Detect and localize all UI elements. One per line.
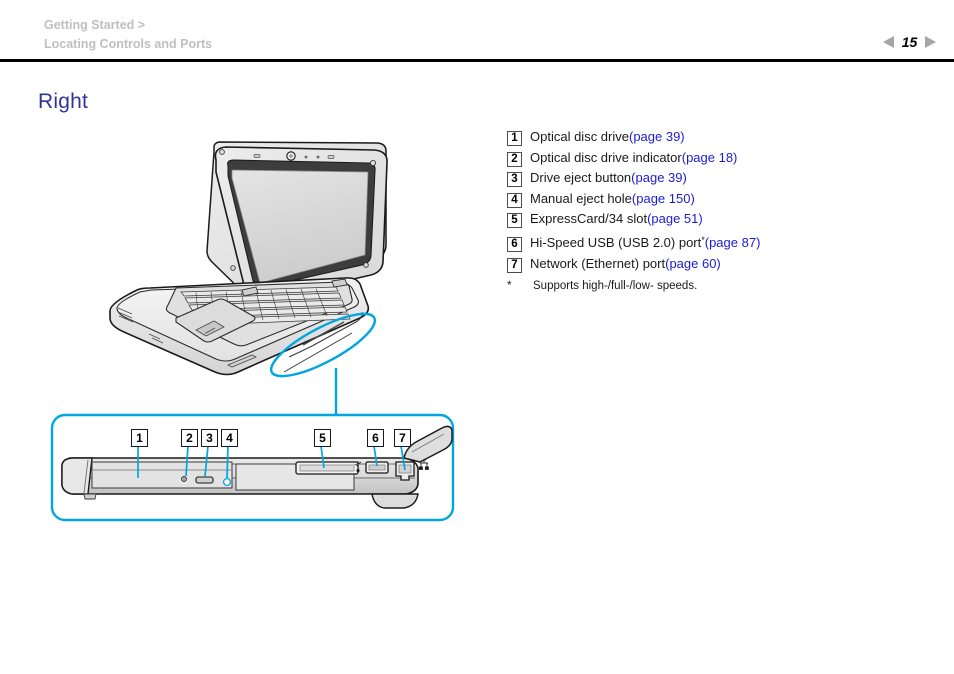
callout-number-badge: 4 bbox=[507, 192, 522, 208]
list-item: 6 Hi-Speed USB (USB 2.0) port * (page 87… bbox=[507, 235, 927, 256]
callout-label: Manual eject hole bbox=[530, 190, 632, 206]
page-header: Getting Started > Locating Controls and … bbox=[0, 0, 954, 62]
detail-callout-badge-1: 1 bbox=[131, 429, 148, 447]
webcam-icon bbox=[286, 151, 296, 161]
list-item: 5 ExpressCard/34 slot (page 51) bbox=[507, 211, 927, 232]
page-navigation[interactable]: 15 bbox=[883, 34, 936, 50]
expresscard-slot bbox=[295, 461, 359, 475]
lid-edge bbox=[403, 425, 453, 463]
page-reference-link[interactable]: (page 60) bbox=[665, 256, 721, 271]
list-item: 7 Network (Ethernet) port (page 60) bbox=[507, 256, 927, 277]
page-reference-link[interactable]: (page 150) bbox=[632, 191, 695, 206]
callout-number-badge: 7 bbox=[507, 257, 522, 273]
list-item: 3 Drive eject button (page 39) bbox=[507, 170, 927, 191]
drive-eject-button bbox=[195, 476, 214, 484]
callout-number-badge: 3 bbox=[507, 172, 522, 187]
touchpad bbox=[175, 298, 256, 343]
callout-number-badge: 6 bbox=[507, 237, 522, 252]
callout-label: Drive eject button bbox=[530, 170, 632, 185]
ethernet-port bbox=[395, 461, 415, 481]
page-title: Right bbox=[38, 90, 89, 113]
page-reference-link[interactable]: (page 39) bbox=[631, 170, 687, 185]
detail-callout-badge-5: 5 bbox=[314, 429, 331, 447]
callout-label: Optical disc drive bbox=[530, 129, 629, 144]
callout-number-badge: 2 bbox=[507, 151, 522, 167]
usb-icon bbox=[354, 461, 362, 473]
page-reference-link[interactable]: (page 87) bbox=[705, 235, 761, 250]
list-item: 4 Manual eject hole (page 150) bbox=[507, 191, 927, 212]
illustration-layer bbox=[50, 141, 455, 522]
page-reference-link[interactable]: (page 51) bbox=[647, 211, 703, 226]
detail-callout-badge-6: 6 bbox=[367, 429, 384, 447]
callout-number-badge: 5 bbox=[507, 213, 522, 228]
list-item: 1 Optical disc drive (page 39) bbox=[507, 129, 927, 150]
page-reference-link[interactable]: (page 18) bbox=[682, 150, 738, 165]
callout-label: Network (Ethernet) port bbox=[530, 255, 666, 271]
header-divider bbox=[0, 59, 954, 62]
callout-legend-list: 1 Optical disc drive (page 39) 2 Optical… bbox=[507, 129, 927, 276]
page-number: 15 bbox=[901, 34, 918, 50]
breadcrumb: Getting Started > Locating Controls and … bbox=[44, 16, 212, 54]
detail-callout-badge-4: 4 bbox=[221, 429, 238, 447]
highlight-callout bbox=[269, 312, 377, 415]
laptop-open-illustration bbox=[109, 141, 388, 376]
callout-label: ExpressCard/34 slot bbox=[530, 211, 648, 226]
callout-number-badge: 1 bbox=[507, 131, 522, 146]
footnote: * Supports high-/full-/low- speeds. bbox=[507, 280, 697, 292]
callout-label: Hi-Speed USB (USB 2.0) port bbox=[530, 235, 702, 250]
leader-lines bbox=[137, 445, 406, 479]
page-reference-link[interactable]: (page 39) bbox=[629, 129, 685, 144]
breadcrumb-line-2: Locating Controls and Ports bbox=[44, 37, 213, 51]
breadcrumb-line-1: Getting Started > bbox=[44, 18, 146, 32]
triangle-right-icon[interactable] bbox=[925, 36, 936, 48]
manual-eject-hole bbox=[181, 476, 187, 482]
footnote-text: Supports high-/full-/low- speeds. bbox=[533, 280, 698, 292]
optical-disc-drive bbox=[91, 461, 233, 489]
footnote-marker: * bbox=[507, 280, 512, 292]
list-item: 2 Optical disc drive indicator (page 18) bbox=[507, 150, 927, 171]
detail-callout-badge-7: 7 bbox=[394, 429, 411, 447]
keyboard-keys bbox=[180, 286, 351, 326]
detail-callout-badge-3: 3 bbox=[201, 429, 218, 447]
callout-label: Optical disc drive indicator bbox=[530, 149, 682, 165]
network-icon bbox=[418, 457, 429, 470]
front-vents bbox=[117, 307, 164, 344]
detail-callout-badge-2: 2 bbox=[181, 429, 198, 447]
triangle-left-icon[interactable] bbox=[883, 36, 894, 48]
usb-port bbox=[365, 461, 389, 474]
right-side-detail-view bbox=[50, 413, 455, 522]
